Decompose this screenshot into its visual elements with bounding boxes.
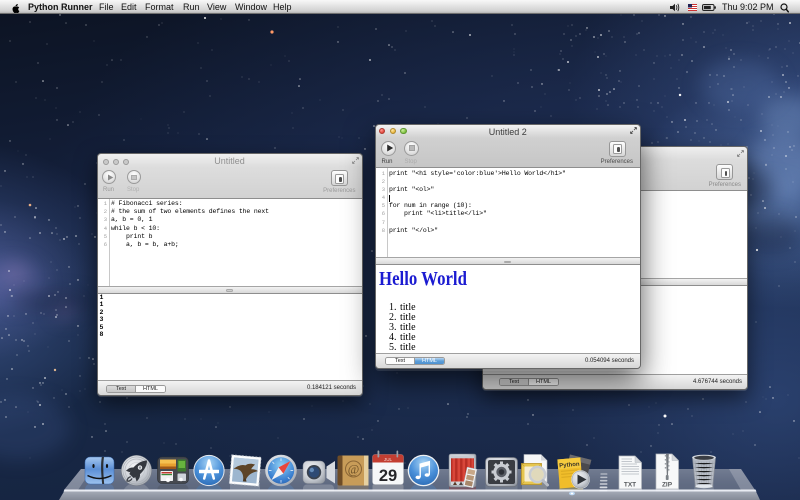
svg-text:TXT: TXT [624,482,636,489]
svg-text:ZIP: ZIP [662,482,673,489]
svg-text:JUL: JUL [384,457,393,462]
svg-text:@: @ [348,463,360,477]
svg-text:29: 29 [379,467,397,485]
